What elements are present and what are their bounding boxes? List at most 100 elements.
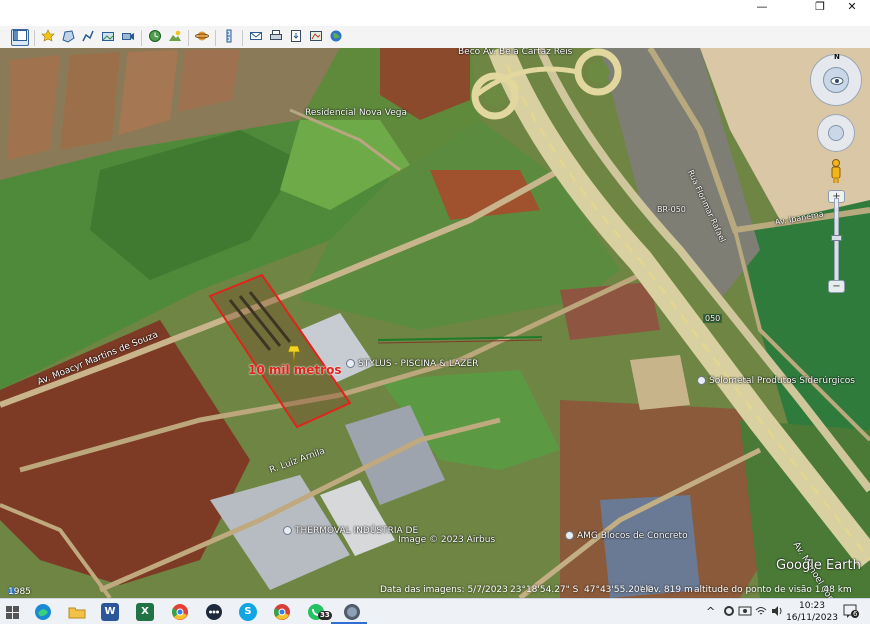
save-image-icon (291, 30, 301, 42)
map-label-top: Beco Av. Bela Cartaz Reis (458, 48, 573, 57)
clock-icon (149, 30, 161, 42)
toolbar-separator (188, 30, 189, 46)
navigation-controls: N + − (808, 52, 864, 302)
start-button[interactable] (4, 603, 22, 621)
print-button[interactable] (267, 29, 285, 46)
poi-solometal[interactable]: Solometal Produtos Siderúrgicos (697, 376, 855, 386)
poi-icon (565, 531, 574, 540)
view-in-maps-button[interactable] (307, 29, 325, 46)
maximize-button[interactable]: ❐ (802, 0, 838, 16)
edge-button[interactable] (34, 603, 52, 621)
poi-stylus[interactable]: STYLUS - PISCINA & LAZER (346, 359, 478, 369)
polygon-icon (62, 30, 75, 43)
folder-icon (68, 607, 86, 619)
record-tour-icon (122, 33, 134, 40)
satellite-imagery (0, 48, 870, 598)
historical-imagery-button[interactable] (146, 29, 164, 46)
eye-icon (830, 77, 844, 85)
ruler-icon (226, 29, 232, 43)
record-tour-button[interactable] (119, 29, 137, 46)
file-explorer-button[interactable] (68, 603, 86, 621)
highway-shield-050: 050 (703, 314, 723, 323)
add-image-overlay-button[interactable] (99, 29, 117, 46)
sun-icon (169, 30, 181, 41)
clock-date: 16/11/2023 (786, 613, 838, 623)
save-image-button[interactable] (287, 29, 305, 46)
word-icon: W (104, 606, 116, 617)
camera-icon (738, 606, 752, 616)
move-joystick[interactable] (817, 114, 855, 152)
excel-icon: X (141, 606, 149, 617)
add-polygon-button[interactable] (59, 29, 77, 46)
satellite-map-view[interactable]: 10 mil metros Beco Av. Bela Cartaz Reis … (0, 48, 870, 598)
earth-icon (330, 30, 342, 42)
google-earth-logo: Google Earth (776, 558, 861, 573)
poi-icon (283, 526, 292, 535)
add-placemark-button[interactable] (39, 29, 57, 46)
google-earth-taskbar-button[interactable] (343, 603, 361, 621)
tray-camera-icon[interactable] (738, 604, 752, 621)
poi-amg-label: AMG Blocos de Concreto (577, 531, 688, 541)
windows-icon (6, 606, 19, 619)
parcel-label: 10 mil metros (248, 363, 342, 377)
chrome-icon (172, 604, 188, 620)
edge-icon (35, 604, 51, 620)
maps-icon (310, 31, 322, 41)
poi-amg[interactable]: AMG Blocos de Concreto (565, 531, 688, 541)
gear-icon (724, 606, 734, 616)
imagery-date: Data das imagens: 5/7/2023 (380, 585, 508, 595)
poi-icon (346, 359, 355, 368)
ruler-button[interactable] (220, 29, 238, 46)
dots-icon (206, 604, 222, 620)
toolbar-separator (242, 30, 243, 46)
zoom-slider[interactable] (831, 198, 842, 282)
path-icon (82, 30, 94, 42)
chrome-icon (274, 604, 290, 620)
street-view-pegman-icon[interactable] (828, 158, 844, 184)
poi-solometal-label: Solometal Produtos Siderúrgicos (709, 376, 855, 386)
minimize-button[interactable]: — (744, 0, 780, 16)
app-button[interactable] (205, 603, 223, 621)
tray-app-icon[interactable] (722, 604, 736, 621)
skype-button[interactable]: S (239, 603, 257, 621)
zoom-out-button[interactable]: − (828, 280, 845, 293)
excel-button[interactable]: X (136, 603, 154, 621)
switch-planet-button[interactable] (193, 29, 211, 46)
look-joystick[interactable]: N (810, 53, 862, 106)
zoom-slider-thumb[interactable] (831, 235, 842, 241)
sidebar-toggle-button[interactable] (11, 29, 29, 46)
tray-network-icon[interactable] (754, 604, 768, 621)
look-joystick-center[interactable] (823, 67, 849, 93)
add-path-button[interactable] (79, 29, 97, 46)
windows-taskbar: W X S 33 ^ 10:23 16/11/2023 6 (0, 598, 870, 624)
email-icon (250, 32, 262, 40)
toolbar (0, 26, 870, 50)
google-earth-window: — ❐ ✕ 10 mil metros Beco Av. Bela Cartaz… (0, 0, 870, 624)
sunlight-button[interactable] (166, 29, 184, 46)
chrome-button[interactable] (171, 603, 189, 621)
clock-time: 10:23 (799, 601, 825, 611)
image-overlay-icon (102, 32, 114, 41)
year-label: 1985 (8, 587, 31, 597)
placemark-icon (41, 29, 55, 42)
tray-overflow-button[interactable]: ^ (706, 605, 715, 618)
notification-center-button[interactable]: 6 (842, 602, 860, 623)
email-button[interactable] (247, 29, 265, 46)
status-bar: 1985 Data das imagens: 5/7/2023 23°18'54… (0, 583, 870, 598)
poi-icon (697, 376, 706, 385)
earth-button[interactable] (327, 29, 345, 46)
google-earth-icon (344, 604, 360, 620)
word-button[interactable]: W (101, 603, 119, 621)
poi-stylus-label: STYLUS - PISCINA & LAZER (358, 359, 479, 369)
eye-altitude: altitude do ponto de visão 1.48 km (694, 585, 852, 595)
close-button[interactable]: ✕ (834, 0, 870, 16)
toolbar-separator (34, 30, 35, 46)
whatsapp-button[interactable]: 33 (307, 603, 332, 621)
taskbar-clock[interactable]: 10:23 16/11/2023 (782, 600, 842, 624)
wifi-icon (755, 607, 767, 615)
latitude: 23°18'54.27" S (510, 585, 579, 595)
imagery-copyright: Image © 2023 Airbus (398, 535, 496, 545)
map-label-br050: BR-050 (657, 205, 686, 214)
chrome-profile-button[interactable] (273, 603, 291, 621)
whatsapp-badge: 33 (318, 611, 332, 620)
